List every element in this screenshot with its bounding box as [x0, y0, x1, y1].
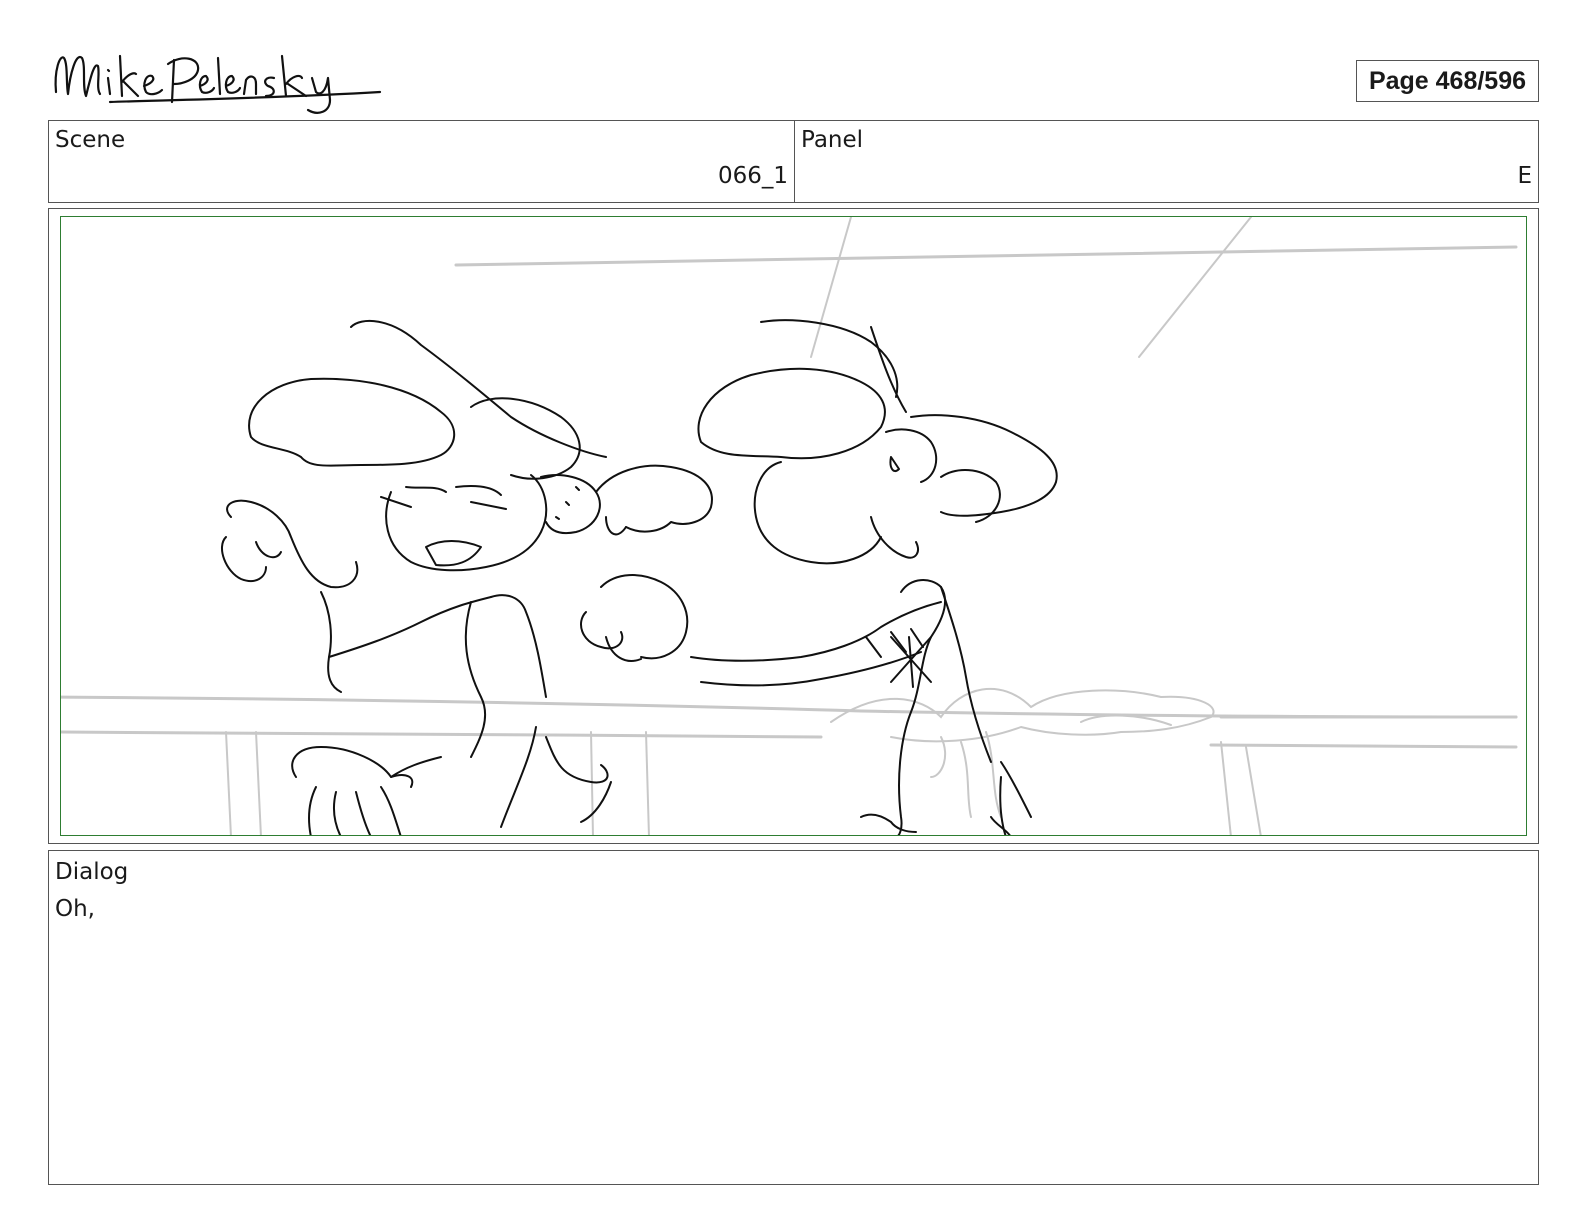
storyboard-frame	[48, 208, 1539, 844]
storyboard-sketch-area	[60, 216, 1527, 836]
scene-cell: Scene 066_1	[49, 121, 795, 202]
page-number: Page 468/596	[1356, 60, 1539, 102]
signature-logo	[50, 40, 390, 120]
panel-value: E	[1517, 163, 1532, 189]
dialog-box: Dialog Oh,	[48, 850, 1539, 1185]
dialog-label: Dialog	[55, 859, 129, 885]
scene-value: 066_1	[717, 163, 788, 189]
scene-label: Scene	[55, 127, 126, 153]
panel-label: Panel	[801, 127, 864, 153]
storyboard-sketch	[61, 217, 1518, 835]
panel-cell: Panel E	[795, 121, 1538, 202]
scene-panel-info: Scene 066_1 Panel E	[48, 120, 1539, 203]
dialog-text: Oh,	[55, 896, 95, 922]
